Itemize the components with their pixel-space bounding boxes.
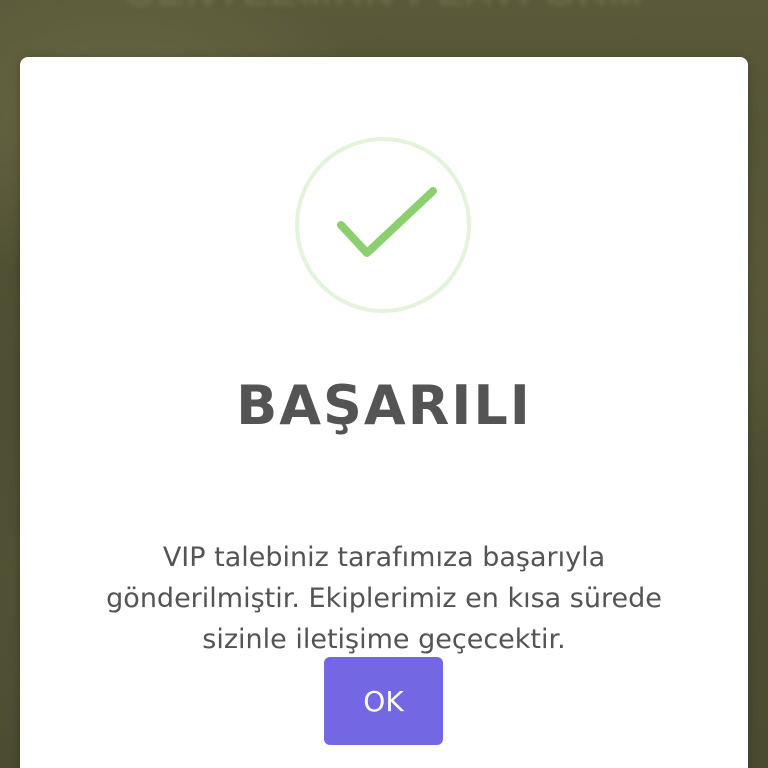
ok-button[interactable]: OK — [324, 657, 443, 745]
checkmark-icon — [337, 187, 437, 257]
background-text: GENTLEMAN PLATFORM — [0, 0, 768, 15]
dialog-title: BAŞARILI — [236, 374, 532, 437]
dialog-message: VIP talebiniz tarafımıza başarıyla gönde… — [106, 542, 662, 655]
success-check-icon — [295, 137, 471, 313]
success-dialog: BAŞARILI VIP talebiniz tarafımıza başarı… — [20, 57, 748, 768]
